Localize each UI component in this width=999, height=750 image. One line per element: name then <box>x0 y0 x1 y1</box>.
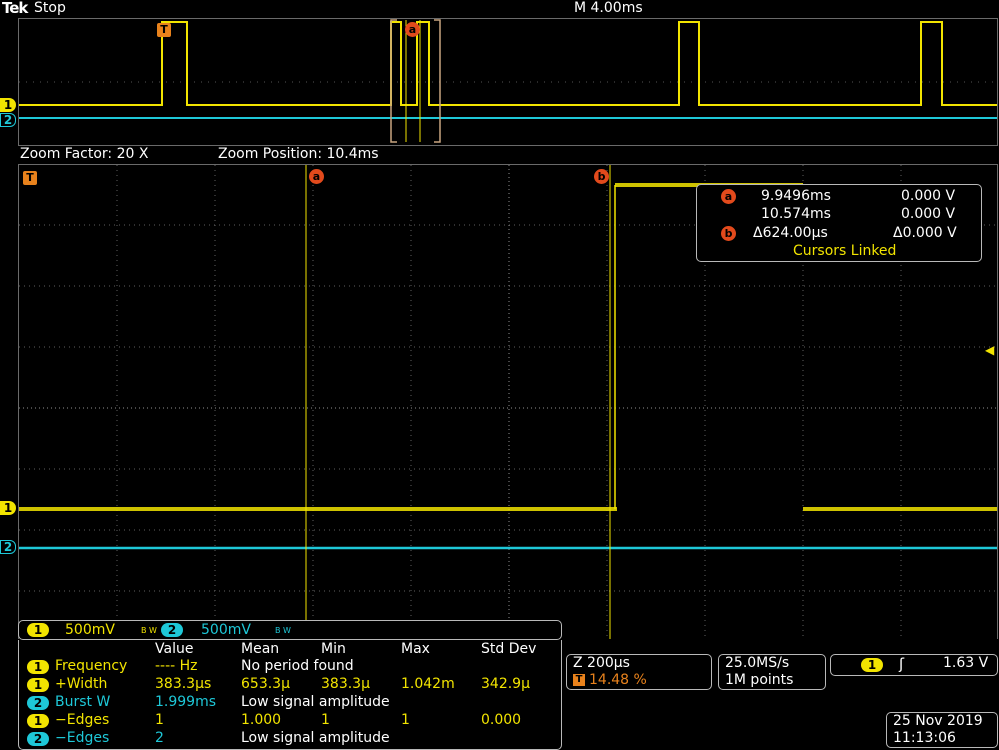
row-ch-badge: 1 <box>27 714 49 728</box>
col-mean: Mean <box>241 641 280 657</box>
cursor-delta-volt: Δ0.000 V <box>893 225 957 241</box>
cursors-linked-label: Cursors Linked <box>793 243 897 259</box>
cursor-readout[interactable]: a 9.9496ms 0.000 V 10.574ms 0.000 V b Δ6… <box>696 184 982 262</box>
meas-min: 383.3µ <box>321 676 370 692</box>
meas-mean: No period found <box>241 658 354 674</box>
meas-value: 383.3µs <box>155 676 212 692</box>
acquisition-panel[interactable]: 25.0MS/s 1M points <box>718 654 826 690</box>
col-max: Max <box>401 641 430 657</box>
meas-name[interactable]: Burst W <box>55 694 110 710</box>
row-ch-badge: 1 <box>27 678 49 692</box>
meas-value: ---- Hz <box>155 658 198 674</box>
ch2-badge[interactable]: 2 <box>161 623 183 637</box>
datetime-panel: 25 Nov 2019 11:13:06 <box>886 712 998 748</box>
meas-name[interactable]: Frequency <box>55 658 127 674</box>
ch1-ground-marker-overview[interactable]: 1 <box>0 98 16 112</box>
meas-mean: Low signal amplitude <box>241 694 390 710</box>
run-state[interactable]: Stop <box>34 0 66 16</box>
meas-mean: Low signal amplitude <box>241 730 390 746</box>
status-bar: Tek Stop M 4.00ms <box>0 0 999 18</box>
ch2-bw-limit-icon: B W <box>275 626 291 635</box>
trigger-panel[interactable]: 1 ʃ 1.63 V <box>830 654 998 676</box>
meas-std: 342.9µ <box>481 676 530 692</box>
trigger-marker-overview[interactable]: T <box>157 23 171 37</box>
meas-max: 1 <box>401 712 410 728</box>
col-min: Min <box>321 641 346 657</box>
record-length: 1M points <box>725 672 794 688</box>
cursor-delta-time: Δ624.00µs <box>753 225 828 241</box>
timebase-readout[interactable]: M 4.00ms <box>574 0 643 16</box>
cursor-a-marker-overview[interactable]: a <box>405 22 420 37</box>
cursor-b-marker[interactable]: b <box>594 169 609 184</box>
date: 25 Nov 2019 <box>893 713 983 729</box>
trigger-marker[interactable]: T <box>23 171 37 185</box>
ch2-ground-marker-overview[interactable]: 2 <box>0 113 16 127</box>
row-ch-badge: 2 <box>27 732 49 746</box>
cursor-a-badge: a <box>721 189 736 204</box>
zoom-scale-panel[interactable]: Z 200µs T 14.48 % <box>566 654 712 690</box>
col-std-dev: Std Dev <box>481 641 537 657</box>
cursor-b-volt: 0.000 V <box>901 206 956 222</box>
brand-logo: Tek <box>2 0 28 17</box>
row-ch-badge: 2 <box>27 696 49 710</box>
ch1-bw-limit-icon: B W <box>141 626 157 635</box>
meas-value: 1.999ms <box>155 694 217 710</box>
meas-value: 1 <box>155 712 164 728</box>
trigger-position: 14.48 % <box>589 672 647 688</box>
time: 11:13:06 <box>893 730 956 746</box>
meas-mean: 1.000 <box>241 712 282 728</box>
ch2-scale[interactable]: 500mV <box>201 622 251 638</box>
trigger-level: 1.63 V <box>943 655 989 671</box>
meas-mean: 653.3µ <box>241 676 290 692</box>
meas-name[interactable]: −Edges <box>55 730 109 746</box>
ch2-ground-marker[interactable]: 2 <box>0 540 16 554</box>
measurements-table[interactable]: Value Mean Min Max Std Dev 1 Frequency -… <box>18 640 562 750</box>
meas-value: 2 <box>155 730 164 746</box>
trigger-level-arrow-icon[interactable]: ◀ <box>985 343 994 357</box>
sample-rate: 25.0MS/s <box>725 655 790 671</box>
ch1-ground-marker[interactable]: 1 <box>0 501 16 515</box>
ch1-badge[interactable]: 1 <box>27 623 49 637</box>
cursor-b-time: 10.574ms <box>761 206 831 222</box>
meas-max: 1.042m <box>401 676 455 692</box>
meas-name[interactable]: +Width <box>55 676 107 692</box>
trigger-pos-icon: T <box>573 674 585 686</box>
ch1-scale[interactable]: 500mV <box>65 622 115 638</box>
cursor-a-volt: 0.000 V <box>901 188 956 204</box>
zoom-scale: Z 200µs <box>573 655 630 671</box>
trigger-source-badge: 1 <box>861 658 883 672</box>
cursor-a-marker[interactable]: a <box>309 169 324 184</box>
meas-min: 1 <box>321 712 330 728</box>
rising-edge-icon: ʃ <box>899 655 905 673</box>
meas-name[interactable]: −Edges <box>55 712 109 728</box>
zoom-factor: Zoom Factor: 20 X <box>20 146 149 162</box>
cursor-b-badge: b <box>721 226 736 241</box>
row-ch-badge: 1 <box>27 660 49 674</box>
overview-waveform[interactable]: T a <box>18 18 998 146</box>
channel-scale-bar[interactable]: 1 500mV B W 2 500mV B W <box>18 620 562 640</box>
meas-std: 0.000 <box>481 712 522 728</box>
zoom-position: Zoom Position: 10.4ms <box>218 146 379 162</box>
col-value: Value <box>155 641 194 657</box>
zoom-info-bar: Zoom Factor: 20 X Zoom Position: 10.4ms <box>0 144 999 164</box>
cursor-a-time: 9.9496ms <box>761 188 831 204</box>
